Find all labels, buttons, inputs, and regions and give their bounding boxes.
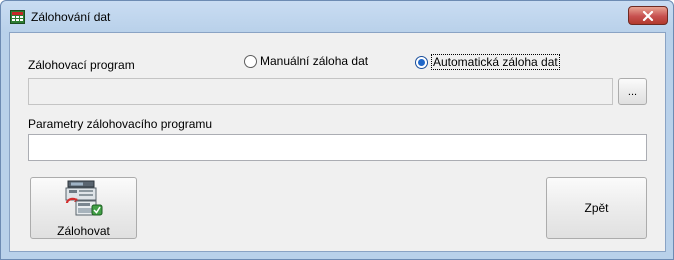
backup-program-path-input[interactable] — [28, 78, 613, 105]
app-icon — [10, 10, 25, 24]
close-icon — [642, 10, 654, 21]
dialog-window: Zálohování dat Zálohovací program Manuál… — [0, 0, 674, 260]
window-title: Zálohování dat — [31, 10, 111, 24]
backup-program-label: Zálohovací program — [28, 58, 135, 72]
radio-manual-label: Manuální záloha dat — [260, 54, 369, 68]
radio-button[interactable] — [244, 54, 257, 68]
back-button[interactable]: Zpět — [546, 177, 647, 239]
close-button[interactable] — [628, 6, 668, 25]
dialog-content: Zálohovací program Manuální záloha dat A… — [9, 32, 666, 252]
backup-button[interactable]: Zálohovat — [30, 177, 137, 239]
parameters-label: Parametry zálohovacího programu — [28, 117, 213, 131]
browse-button[interactable]: ... — [618, 78, 647, 105]
browse-button-label: ... — [627, 85, 638, 98]
radio-automatic-backup[interactable]: Automatická záloha dat — [415, 54, 560, 70]
radio-manual-backup[interactable]: Manuální záloha dat — [244, 54, 368, 68]
radio-button-selected[interactable] — [415, 55, 428, 69]
parameters-input[interactable] — [28, 134, 647, 161]
title-bar[interactable]: Zálohování dat — [1, 1, 673, 32]
radio-automatic-label: Automatická záloha dat — [431, 54, 560, 70]
backup-button-label: Zálohovat — [57, 223, 110, 238]
back-button-label: Zpět — [584, 201, 609, 215]
backup-computer-icon — [64, 179, 104, 220]
